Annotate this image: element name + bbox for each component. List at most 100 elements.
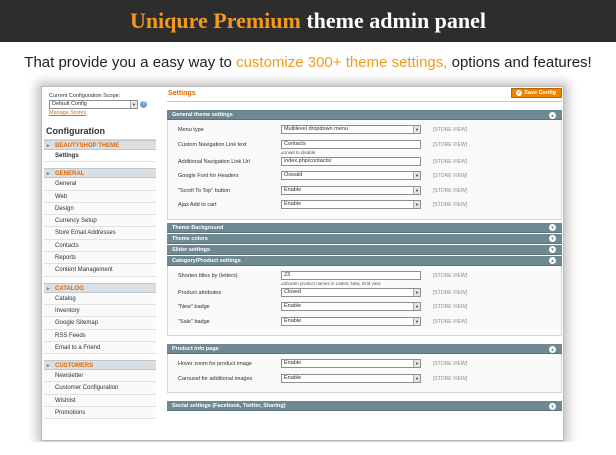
sidebar-title: Configuration: [44, 116, 156, 140]
banner-text: theme admin panel: [300, 8, 487, 33]
field-wrap: Enable ▼: [281, 357, 421, 368]
text-input[interactable]: Contacts: [281, 139, 421, 149]
field-label: Shorten titles by (letters): [178, 272, 238, 279]
select-field[interactable]: Enable ▼: [281, 185, 421, 195]
sidebar-item[interactable]: Newsletter: [44, 370, 156, 383]
scope-label: Current Configuration Scope:: [49, 93, 121, 99]
text-input[interactable]: index.php/contacts/: [281, 156, 421, 166]
field-label: Ajax Add to cart: [178, 202, 217, 208]
field-wrap: index.php/contacts/: [281, 155, 421, 166]
fieldset-title: Theme Background: [172, 224, 224, 231]
chevron-up-icon[interactable]: ▲: [549, 257, 556, 264]
sidebar-item[interactable]: Promotions: [44, 407, 156, 420]
scope-select[interactable]: Default Config ▼: [49, 100, 138, 109]
chevron-down-icon[interactable]: ▼: [549, 246, 556, 253]
sidebar-item[interactable]: Reports: [44, 252, 156, 265]
chevron-up-icon[interactable]: ▲: [549, 111, 556, 119]
bottom-mask: [0, 442, 616, 455]
select-field[interactable]: Enable ▼: [281, 373, 421, 383]
select-value: Closed: [284, 288, 302, 295]
form-row: Custom Navigation Link text ContactsUnset…: [168, 138, 561, 155]
fieldset-general: General theme settings ▲ Menu type Multilev…: [167, 110, 562, 220]
select-field[interactable]: Enable ▼: [281, 302, 421, 311]
sidebar-item[interactable]: Content Management: [44, 264, 156, 277]
store-view-tag: [STORE VIEW]: [433, 375, 468, 382]
fieldset-heading[interactable]: Social settings (Facebook, Twitter, Shar…: [167, 401, 562, 411]
store-view-tag: [STORE VIEW]: [433, 272, 468, 279]
save-config-button[interactable]: ✓ Save Config: [511, 88, 562, 98]
sidebar-item[interactable]: Wishlist: [44, 394, 156, 408]
fieldset-heading[interactable]: Slider settings ▼: [167, 244, 562, 255]
select-field[interactable]: Multilevel dropdown menu ▼: [281, 125, 421, 134]
sidebar-item[interactable]: RSS Feeds: [44, 329, 156, 342]
form-row: "Scroll To Top" button Enable ▼ [STORE VIEW…: [168, 184, 561, 199]
sidebar: Current Configuration Scope: Default Con…: [44, 88, 156, 440]
chevron-up-icon[interactable]: ▲: [549, 345, 556, 353]
sidebar-item[interactable]: Contacts: [44, 239, 156, 253]
sidebar-item[interactable]: Catalog: [44, 292, 156, 305]
form-row: "Sale" badge Enable ▼ [STORE VIEW]: [168, 315, 561, 330]
select-value: Oswald: [284, 172, 303, 178]
store-view-tag: [STORE VIEW]: [433, 173, 468, 179]
form-row: Google Font for Headers Oswald ▼ [STORE VIE…: [168, 169, 561, 184]
chevron-down-icon: ▼: [130, 101, 137, 108]
sidebar-item[interactable]: Store Email Addresses: [44, 227, 156, 240]
sidebar-item[interactable]: Google Sitemap: [44, 317, 156, 330]
store-view-tag: [STORE VIEW]: [433, 304, 468, 310]
field-label: "Scroll To Top" button: [178, 187, 231, 194]
chevron-down-icon[interactable]: ▼: [549, 402, 556, 410]
store-view-tag: [STORE VIEW]: [433, 158, 468, 165]
page-title: Settings: [168, 90, 196, 97]
sidebar-item[interactable]: Settings: [44, 150, 156, 163]
sidebar-item[interactable]: Customer Configuration: [44, 382, 156, 395]
chevron-down-icon: ▼: [413, 288, 420, 296]
sidebar-section-heading[interactable]: CUSTOMERS: [44, 360, 156, 371]
main-content: Settings ✓ Save Config General theme set…: [167, 88, 562, 440]
form-row: Carousel for additional images Enable ▼ [ST…: [168, 372, 561, 387]
chevron-down-icon[interactable]: ▼: [549, 235, 556, 242]
fieldset-heading[interactable]: Theme Background ▼: [167, 222, 562, 233]
field-wrap: Enable ▼: [281, 372, 421, 383]
field-wrap: Closed ▼: [281, 286, 421, 297]
sidebar-item[interactable]: Currency Setup: [44, 215, 156, 228]
fieldset-heading[interactable]: Product info page ▲: [167, 344, 562, 354]
sidebar-section-heading[interactable]: BEAUTYSHOP THEME: [44, 140, 156, 151]
sidebar-item[interactable]: General: [44, 178, 156, 191]
fieldset-heading[interactable]: Theme colors ▼: [167, 233, 562, 244]
field-label: Menu type: [178, 127, 204, 133]
store-view-tag: [STORE VIEW]: [433, 187, 468, 194]
field-wrap: Enable ▼: [281, 315, 421, 326]
subtitle: That provide you a easy way to customize…: [0, 54, 616, 71]
select-field[interactable]: Enable ▼: [281, 359, 421, 368]
form-row: Menu type Multilevel dropdown menu ▼ [STORE…: [168, 123, 561, 138]
sidebar-item[interactable]: Design: [44, 202, 156, 216]
chevron-down-icon: ▼: [413, 303, 420, 310]
fieldset-heading[interactable]: General theme settings ▲: [167, 110, 562, 120]
chevron-down-icon[interactable]: ▼: [549, 224, 556, 231]
field-label: Hover zoom for product image: [178, 361, 252, 367]
sidebar-item[interactable]: Inventory: [44, 304, 156, 318]
sidebar-item[interactable]: Web: [44, 190, 156, 203]
fieldset-product-info: Product info page ▲ Hover zoom for product…: [167, 344, 562, 393]
sidebar-item[interactable]: Email to a Friend: [44, 341, 156, 355]
help-icon[interactable]: ?: [140, 101, 147, 108]
select-field[interactable]: Oswald ▼: [281, 171, 421, 180]
select-field[interactable]: Enable ▼: [281, 200, 421, 209]
collapsed-fieldsets: Theme Background ▼ Theme colors ▼ Slider set…: [167, 222, 562, 255]
field-wrap: 23Shorten product names in Latest, New, …: [281, 269, 421, 286]
sidebar-section-heading[interactable]: GENERAL: [44, 168, 156, 179]
select-field[interactable]: Enable ▼: [281, 316, 421, 326]
text-input[interactable]: 23: [281, 270, 421, 280]
fieldset-heading[interactable]: Category/Product settings ▲: [167, 255, 562, 266]
select-value: Enable: [284, 317, 302, 324]
field-label: "Sale" badge: [178, 318, 210, 325]
field-wrap: ContactsUnset to disable: [281, 138, 421, 155]
select-field[interactable]: Closed ▼: [281, 287, 421, 297]
sidebar-section-heading[interactable]: CATALOG: [44, 282, 156, 294]
save-icon: ✓: [516, 90, 523, 96]
field-label: Additional Navigation Link Url: [178, 158, 250, 165]
chevron-down-icon: ▼: [413, 186, 420, 194]
field-wrap: Enable ▼: [281, 300, 421, 311]
select-value: Enable: [284, 360, 302, 366]
chevron-down-icon: ▼: [413, 374, 420, 382]
